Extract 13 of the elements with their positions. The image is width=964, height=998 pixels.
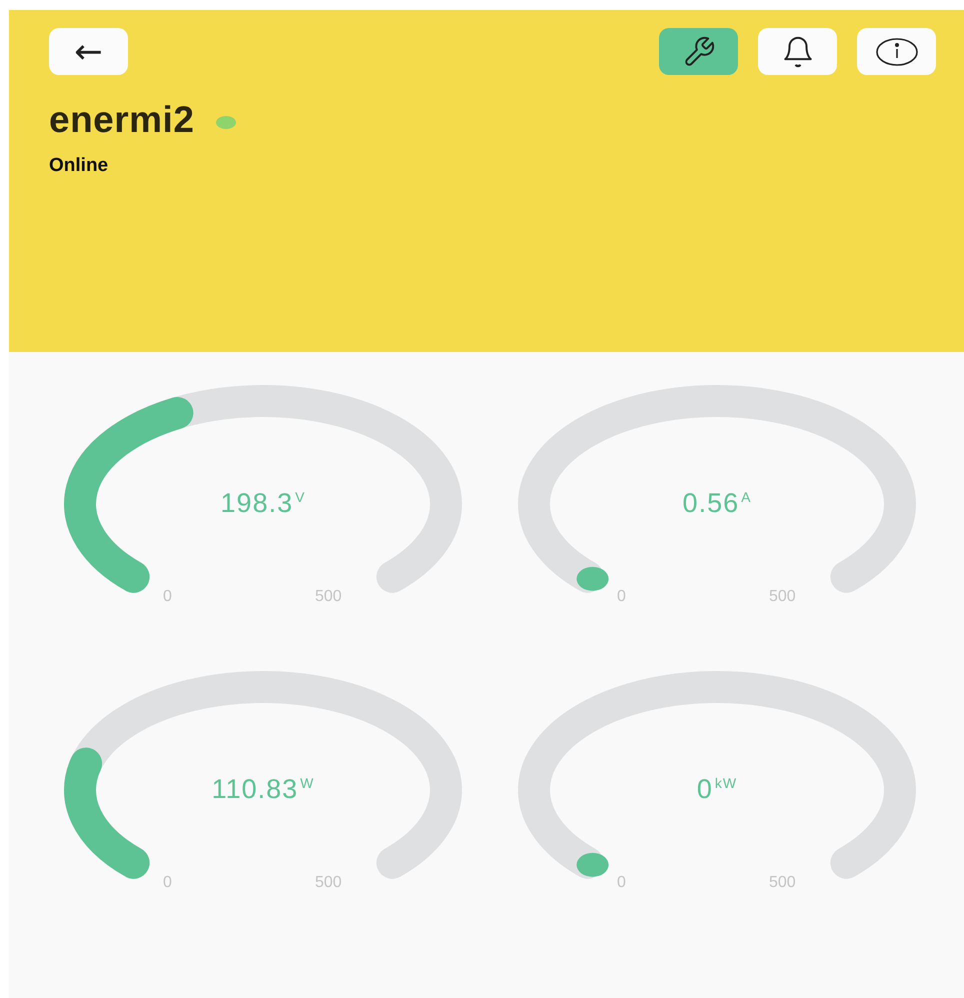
gauge-fill bbox=[576, 852, 609, 877]
wrench-button[interactable] bbox=[659, 28, 738, 75]
info-icon bbox=[874, 36, 920, 66]
gauge-value: 0$^{kW}$ bbox=[696, 774, 738, 805]
gauge-value: 0.56$^{A}$ bbox=[682, 488, 752, 519]
device-name: enermi2 bbox=[49, 99, 194, 141]
gauge-value: 198.3$^{V}$ bbox=[220, 488, 306, 519]
gauge-fill bbox=[576, 566, 609, 591]
status-label: Online bbox=[49, 155, 110, 177]
gauge-value: 110.83$^{W}$ bbox=[210, 774, 316, 805]
bell-button[interactable] bbox=[758, 28, 837, 75]
back-button[interactable]: ← bbox=[49, 28, 128, 75]
info-button[interactable] bbox=[857, 28, 936, 75]
